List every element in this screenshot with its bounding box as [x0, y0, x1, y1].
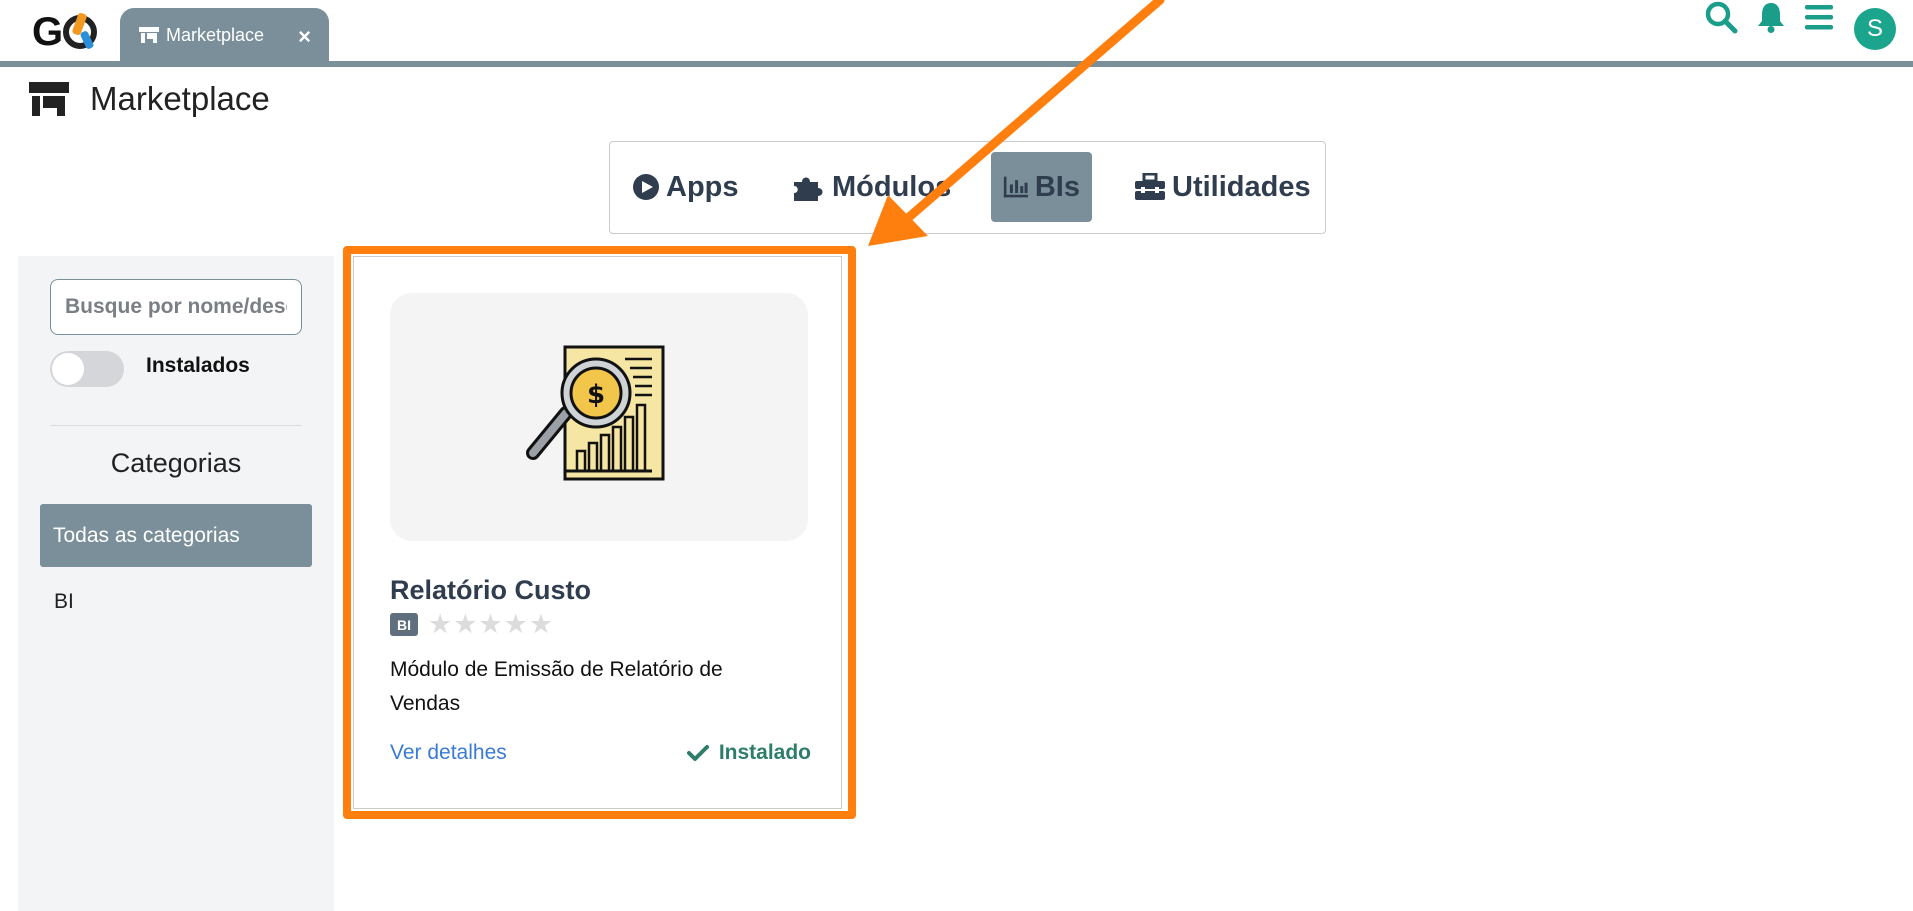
sidebar: Instalados Categorias Todas as categoria… [18, 256, 334, 911]
page-title: Marketplace [90, 80, 270, 117]
bell-icon[interactable] [1754, 0, 1788, 34]
tab-marketplace[interactable]: Marketplace × [120, 8, 329, 62]
divider [50, 425, 302, 426]
categories-title: Categorias [110, 448, 242, 478]
chart-bar-icon [1003, 176, 1028, 198]
close-icon[interactable]: × [298, 24, 311, 50]
category-tabs: Apps Módulos BIs Utilidades [609, 141, 1326, 234]
tab-label: Apps [666, 170, 739, 203]
top-bar: G Marketplace × S [0, 0, 1913, 62]
sidebar-item-todas[interactable]: Todas as categorias [40, 504, 312, 567]
toolbox-icon [1135, 173, 1165, 200]
tab-label: BIs [1034, 170, 1080, 203]
menu-icon[interactable] [1802, 0, 1836, 34]
highlight-box [343, 246, 856, 819]
tab-utilidades[interactable]: Utilidades [1134, 152, 1311, 222]
store-icon [29, 82, 69, 116]
page-header: Marketplace [28, 80, 270, 118]
store-icon [139, 27, 159, 43]
toggle-label: Instalados [146, 354, 250, 377]
puzzle-icon [794, 177, 823, 201]
avatar[interactable]: S [1854, 8, 1896, 50]
play-circle-icon [633, 174, 659, 200]
search-icon[interactable] [1704, 0, 1738, 34]
app-logo[interactable]: G [32, 10, 98, 55]
tab-apps[interactable]: Apps [632, 152, 739, 222]
top-bar-divider [0, 61, 1913, 67]
search-input[interactable] [50, 279, 302, 335]
tab-modulos[interactable]: Módulos [792, 152, 951, 222]
tab-label: Módulos [832, 170, 952, 203]
tab-bis[interactable]: BIs [991, 152, 1092, 222]
tab-label: Marketplace [166, 24, 265, 45]
sidebar-item-bi[interactable]: BI [54, 590, 74, 614]
toggle-knob [52, 353, 84, 385]
tab-label: Utilidades [1172, 170, 1311, 203]
installed-toggle[interactable] [50, 351, 124, 387]
